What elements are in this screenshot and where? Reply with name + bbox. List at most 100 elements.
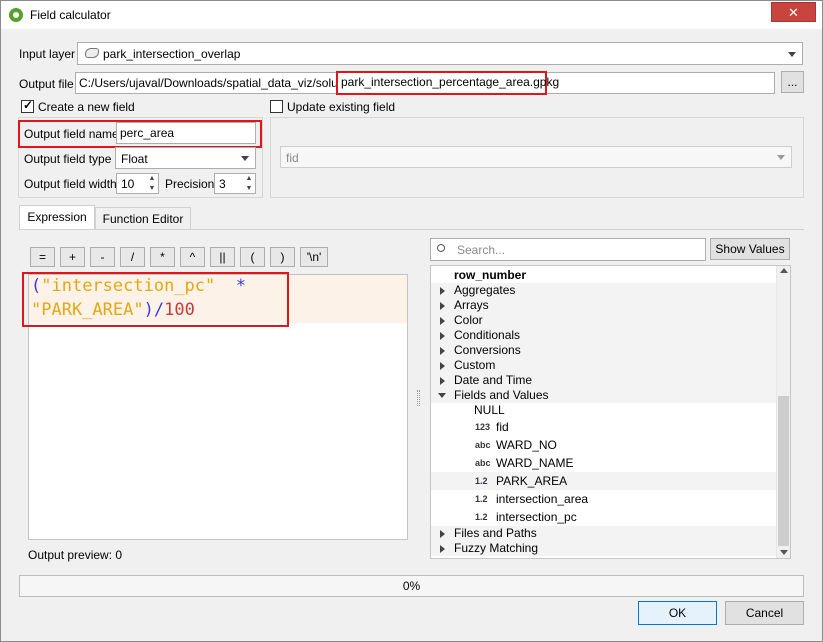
tree-field-intersection-area[interactable]: 1.2 intersection_area <box>431 492 776 507</box>
input-layer-value: park_intersection_overlap <box>103 47 241 61</box>
qgis-logo-icon <box>9 8 23 22</box>
chevron-down-icon <box>241 156 249 161</box>
tree-group-date-and-time[interactable]: Date and Time <box>431 373 776 388</box>
tree-field-park-area[interactable]: 1.2 PARK_AREA <box>431 472 776 490</box>
update-field-combo[interactable]: fid <box>280 146 792 168</box>
chevron-down-icon <box>788 51 796 57</box>
decimal-type-icon: 1.2 <box>475 494 488 504</box>
tree-scrollbar[interactable] <box>776 266 790 558</box>
output-file-label: Output file <box>19 77 74 91</box>
tree-field-ward-no[interactable]: abc WARD_NO <box>431 438 776 453</box>
output-file-name: park_intersection_percentage_area.gpkg <box>341 75 560 89</box>
scrollbar-thumb[interactable] <box>778 396 789 546</box>
tree-group-aggregates[interactable]: Aggregates <box>431 283 776 298</box>
spin-up-icon[interactable]: ▲ <box>243 174 255 184</box>
output-field-width-spinbox[interactable]: 10 ▲ ▼ <box>116 173 159 194</box>
output-preview: Output preview: 0 <box>28 548 122 562</box>
function-tree[interactable]: row_number Aggregates Arrays Color Condi… <box>430 265 791 559</box>
operator-plus-button[interactable]: + <box>60 247 85 267</box>
update-field-label: Update existing field <box>287 100 396 114</box>
expand-arrow-icon <box>440 347 445 355</box>
expand-arrow-icon <box>440 317 445 325</box>
input-layer-label: Input layer <box>19 47 76 61</box>
output-file-name-highlight: park_intersection_percentage_area.gpkg <box>336 71 559 95</box>
output-file-path: C:/Users/ujaval/Downloads/spatial_data_v… <box>79 76 367 90</box>
output-field-width-value: 10 <box>121 177 135 191</box>
tab-expression[interactable]: Expression <box>19 205 95 230</box>
tree-field-intersection-pc[interactable]: 1.2 intersection_pc <box>431 510 776 525</box>
output-field-name-input[interactable]: perc_area <box>116 122 256 144</box>
update-field-value: fid <box>286 151 299 165</box>
tree-field-ward-name[interactable]: abc WARD_NAME <box>431 456 776 471</box>
expand-arrow-icon <box>440 287 445 295</box>
tree-group-files-and-paths[interactable]: Files and Paths <box>431 526 776 541</box>
string-type-icon: abc <box>475 440 491 450</box>
spin-up-icon[interactable]: ▲ <box>146 174 158 184</box>
expand-arrow-icon <box>440 302 445 310</box>
operator-close-paren-button[interactable]: ) <box>270 247 295 267</box>
tree-group-fuzzy-matching[interactable]: Fuzzy Matching <box>431 541 776 556</box>
chevron-down-icon <box>777 155 785 160</box>
create-field-checkbox[interactable] <box>21 98 34 113</box>
browse-button[interactable]: ... <box>781 71 804 93</box>
output-preview-value: 0 <box>115 548 123 562</box>
search-icon <box>437 244 445 252</box>
operator-newline-button[interactable]: '\n' <box>300 247 328 267</box>
progress-bar: 0% <box>19 575 804 597</box>
splitter-handle[interactable] <box>417 390 420 406</box>
window-title: Field calculator <box>30 8 111 22</box>
progress-label: 0% <box>402 579 421 593</box>
output-field-type-combo[interactable]: Float <box>115 147 256 169</box>
search-input[interactable]: Search... <box>430 238 706 261</box>
tree-group-conversions[interactable]: Conversions <box>431 343 776 358</box>
show-values-button[interactable]: Show Values <box>710 238 790 260</box>
decimal-type-icon: 1.2 <box>475 512 488 522</box>
cancel-button[interactable]: Cancel <box>725 601 804 625</box>
scroll-up-icon[interactable] <box>780 268 788 273</box>
precision-label: Precision <box>165 177 215 191</box>
expression-highlight <box>22 272 289 327</box>
integer-type-icon: 123 <box>475 422 491 432</box>
precision-value: 3 <box>219 177 226 191</box>
expand-arrow-icon <box>440 362 445 370</box>
string-type-icon: abc <box>475 458 491 468</box>
operator-divide-button[interactable]: / <box>120 247 145 267</box>
title-bar: Field calculator ✕ <box>1 1 822 29</box>
expand-arrow-icon <box>440 545 445 553</box>
tree-field-null[interactable]: NULL <box>474 403 505 418</box>
output-preview-label: Output preview: <box>28 548 113 562</box>
operator-concat-button[interactable]: || <box>210 247 235 267</box>
tree-group-conditionals[interactable]: Conditionals <box>431 328 776 343</box>
create-field-label: Create a new field <box>38 100 135 114</box>
operator-minus-button[interactable]: - <box>90 247 115 267</box>
operator-power-button[interactable]: ^ <box>180 247 205 267</box>
output-field-type-value: Float <box>121 152 148 166</box>
update-field-checkbox[interactable] <box>270 100 283 113</box>
collapse-arrow-icon <box>438 393 446 398</box>
close-button[interactable]: ✕ <box>771 2 816 22</box>
spin-down-icon[interactable]: ▼ <box>243 184 255 194</box>
tree-field-fid[interactable]: 123 fid <box>431 420 776 435</box>
scroll-down-icon[interactable] <box>780 550 788 555</box>
tree-group-color[interactable]: Color <box>431 313 776 328</box>
tree-item-row-number[interactable]: row_number <box>454 268 526 283</box>
decimal-type-icon: 1.2 <box>475 476 488 486</box>
tree-group-custom[interactable]: Custom <box>431 358 776 373</box>
ok-button[interactable]: OK <box>638 601 717 625</box>
tab-function-editor[interactable]: Function Editor <box>95 207 191 230</box>
operator-equals-button[interactable]: = <box>30 247 55 267</box>
input-layer-combo[interactable]: park_intersection_overlap <box>77 42 803 65</box>
expand-arrow-icon <box>440 530 445 538</box>
search-placeholder: Search... <box>457 243 506 257</box>
operator-multiply-button[interactable]: * <box>150 247 175 267</box>
output-field-width-label: Output field width <box>24 177 117 191</box>
output-field-name-label: Output field name <box>24 127 119 141</box>
expand-arrow-icon <box>440 332 445 340</box>
operator-open-paren-button[interactable]: ( <box>240 247 265 267</box>
precision-spinbox[interactable]: 3 ▲ ▼ <box>214 173 256 194</box>
spin-down-icon[interactable]: ▼ <box>146 184 158 194</box>
expand-arrow-icon <box>440 377 445 385</box>
polygon-layer-icon <box>85 48 99 58</box>
tree-group-arrays[interactable]: Arrays <box>431 298 776 313</box>
tree-group-fields-and-values[interactable]: Fields and Values <box>431 388 776 403</box>
